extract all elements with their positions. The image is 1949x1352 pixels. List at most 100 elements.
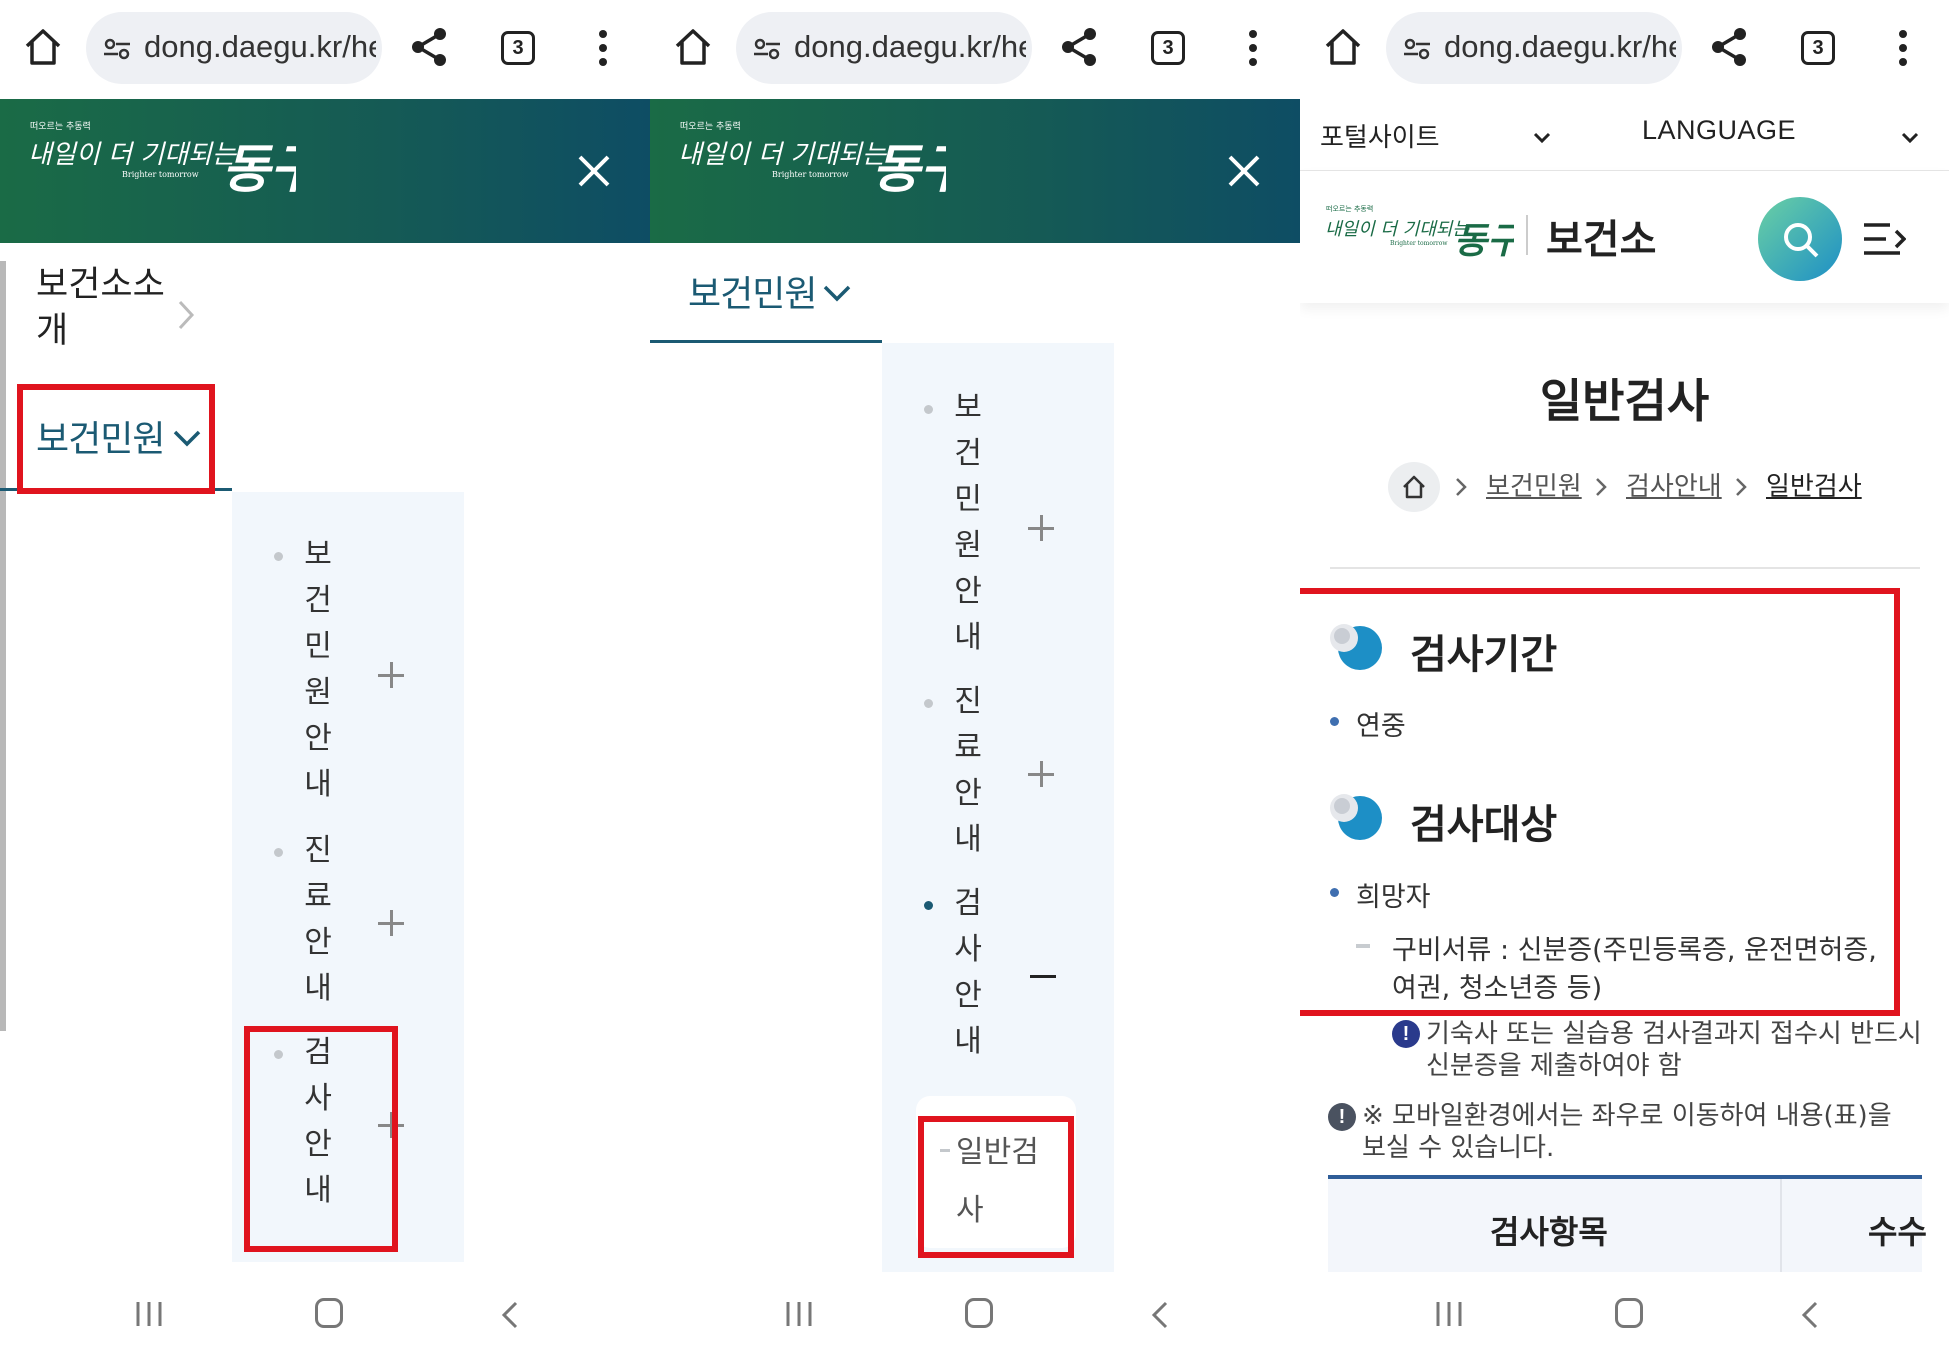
notice-dorm-line2: 신분증을 제출하여야 함 — [1426, 1051, 1682, 1081]
expand-plus-icon[interactable] — [1028, 761, 1054, 787]
site-settings-icon[interactable] — [102, 37, 132, 61]
collapse-minus-icon[interactable] — [1030, 975, 1056, 978]
tabs-icon[interactable]: 3 — [501, 31, 535, 65]
submenu-item-guide[interactable]: 보건민원안내 — [298, 532, 338, 808]
tabs-icon[interactable]: 3 — [1151, 31, 1185, 65]
svg-text:동구: 동구 — [222, 139, 296, 200]
breadcrumb-item[interactable]: 검사안내 — [1626, 466, 1722, 503]
portal-site-dropdown[interactable]: 포털사이트 — [1320, 117, 1440, 154]
chevron-right-icon — [1456, 478, 1467, 496]
menu-icon[interactable] — [1862, 221, 1906, 257]
chevron-right-icon — [1736, 478, 1747, 496]
submenu-item-clinic[interactable]: 진료안내 — [298, 828, 338, 1012]
info-icon: ! — [1328, 1103, 1356, 1131]
table-header-row[interactable] — [1328, 1179, 1922, 1272]
breadcrumb-current[interactable]: 일반검사 — [1766, 466, 1862, 503]
bullet-dot — [924, 699, 933, 708]
share-icon[interactable] — [410, 26, 448, 68]
close-icon[interactable] — [1224, 151, 1264, 191]
close-icon[interactable] — [574, 151, 614, 191]
url-text: dong.daegu.kr/he — [794, 29, 1026, 64]
search-button[interactable] — [1758, 197, 1842, 281]
submenu-item-clinic[interactable]: 진료안내 — [948, 679, 988, 863]
android-nav-bar — [0, 1272, 650, 1352]
table-header-item: 검사항목 — [1490, 1213, 1608, 1251]
active-underline — [650, 340, 882, 343]
svg-text:떠오르는 추동력: 떠오르는 추동력 — [1326, 204, 1373, 213]
page-title: 일반검사 — [1539, 374, 1710, 428]
bullet-dot — [924, 405, 933, 414]
browser-toolbar: dong.daegu.kr/he 3 — [0, 0, 650, 99]
recent-apps-icon[interactable] — [134, 1300, 164, 1328]
chevron-down-icon — [1901, 132, 1919, 144]
bullet-dot — [274, 848, 283, 857]
home-icon[interactable] — [22, 26, 64, 68]
notice-dorm-line1: 기숙사 또는 실습용 검사결과지 접수시 반드시 — [1426, 1019, 1922, 1049]
more-icon[interactable] — [1896, 28, 1910, 68]
home-button-icon[interactable] — [1615, 1298, 1643, 1328]
notice-mobile-line1: ※ 모바일환경에서는 좌우로 이동하여 내용(표)을 — [1362, 1101, 1892, 1131]
breadcrumb-home[interactable] — [1388, 462, 1440, 512]
address-bar[interactable]: dong.daegu.kr/he — [1386, 12, 1682, 84]
submenu-item-guide[interactable]: 보건민원안내 — [948, 385, 988, 661]
dong-gu-logo[interactable]: 떠오르는 추동력 내일이 더 기대되는 Brighter tomorrow 동구 — [1324, 201, 1514, 273]
more-icon[interactable] — [1246, 28, 1260, 68]
share-icon[interactable] — [1710, 26, 1748, 68]
home-button-icon[interactable] — [315, 1298, 343, 1328]
recent-apps-icon[interactable] — [1434, 1300, 1464, 1328]
svg-text:동구: 동구 — [872, 139, 946, 200]
divider — [1330, 567, 1920, 569]
dong-gu-logo[interactable]: 떠오르는 추동력 내일이 더 기대되는 Brighter tomorrow 동구 — [676, 117, 946, 217]
highlight-box — [244, 1026, 398, 1252]
chevron-right-icon — [1596, 478, 1607, 496]
url-text: dong.daegu.kr/he — [144, 29, 376, 64]
recent-apps-icon[interactable] — [784, 1300, 814, 1328]
highlight-box — [17, 384, 215, 494]
bullet-dot — [924, 901, 933, 910]
back-icon[interactable] — [1800, 1300, 1820, 1330]
scrollbar[interactable] — [0, 261, 6, 1031]
breadcrumb-item[interactable]: 보건민원 — [1486, 466, 1582, 503]
site-settings-icon[interactable] — [1402, 37, 1432, 61]
menu-item-about[interactable]: 보건소소개 — [36, 262, 186, 354]
home-icon — [1403, 475, 1425, 499]
more-icon[interactable] — [596, 28, 610, 68]
search-icon — [1784, 223, 1819, 258]
home-icon[interactable] — [672, 26, 714, 68]
header-divider — [1526, 215, 1528, 255]
notice-mobile-line2: 보실 수 있습니다. — [1362, 1133, 1555, 1163]
back-icon[interactable] — [500, 1300, 520, 1330]
address-bar[interactable]: dong.daegu.kr/he — [86, 12, 382, 84]
submenu-item-test[interactable]: 검사안내 — [948, 881, 988, 1065]
menu-item-health-civil[interactable]: 보건민원 — [688, 265, 817, 317]
svg-text:내일이 더 기대되는: 내일이 더 기대되는 — [678, 140, 887, 170]
svg-text:동구: 동구 — [1454, 220, 1514, 262]
site-header: 떠오르는 추동력 내일이 더 기대되는 Brighter tomorrow 동구… — [1300, 171, 1949, 303]
site-settings-icon[interactable] — [752, 37, 782, 61]
screen-3: dong.daegu.kr/he 3 포털사이트 LANGUAGE 떠오르는 추… — [1300, 0, 1949, 1352]
site-header: 떠오르는 추동력 내일이 더 기대되는 Brighter tomorrow 동구 — [650, 99, 1300, 243]
expand-plus-icon[interactable] — [378, 662, 404, 688]
highlight-box — [918, 1116, 1074, 1258]
dong-gu-logo[interactable]: 떠오르는 추동력 내일이 더 기대되는 Brighter tomorrow 동구 — [26, 117, 296, 217]
back-icon[interactable] — [1150, 1300, 1170, 1330]
url-text: dong.daegu.kr/he — [1444, 29, 1676, 64]
site-header: 떠오르는 추동력 내일이 더 기대되는 Brighter tomorrow 동구 — [0, 99, 650, 243]
browser-toolbar: dong.daegu.kr/he 3 — [1300, 0, 1949, 99]
svg-text:내일이 더 기대되는: 내일이 더 기대되는 — [1325, 219, 1470, 240]
expand-plus-icon[interactable] — [1028, 515, 1054, 541]
home-button-icon[interactable] — [965, 1298, 993, 1328]
address-bar[interactable]: dong.daegu.kr/he — [736, 12, 1032, 84]
table-column-divider — [1780, 1179, 1782, 1272]
tabs-icon[interactable]: 3 — [1801, 31, 1835, 65]
svg-text:Brighter tomorrow: Brighter tomorrow — [772, 170, 849, 179]
table-header-fee: 수수 — [1868, 1213, 1927, 1251]
svg-text:떠오르는 추동력: 떠오르는 추동력 — [680, 120, 741, 132]
android-nav-bar — [1300, 1272, 1949, 1352]
home-icon[interactable] — [1322, 26, 1364, 68]
language-dropdown[interactable]: LANGUAGE — [1642, 115, 1796, 146]
expand-plus-icon[interactable] — [378, 910, 404, 936]
org-name: 보건소 — [1546, 217, 1657, 263]
share-icon[interactable] — [1060, 26, 1098, 68]
bullet-dot — [274, 552, 283, 561]
